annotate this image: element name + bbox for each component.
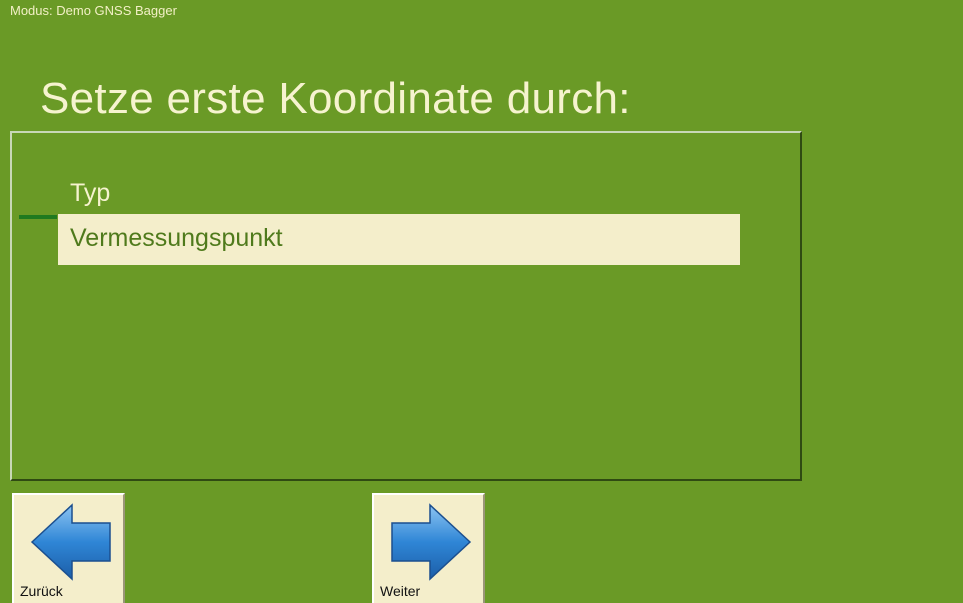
selection-panel: Typ Vermessungspunkt xyxy=(10,131,802,481)
type-label: Typ xyxy=(70,179,111,207)
next-button[interactable]: Weiter xyxy=(372,493,485,603)
type-select-field[interactable]: Vermessungspunkt xyxy=(58,214,740,265)
arrow-right-icon xyxy=(391,503,472,581)
back-button-label: Zurück xyxy=(20,583,63,599)
next-button-label: Weiter xyxy=(380,583,421,599)
arrow-left-icon xyxy=(30,503,111,581)
field-indicator xyxy=(19,215,57,219)
mode-status: Modus: Demo GNSS Bagger xyxy=(10,3,177,18)
back-button[interactable]: Zurück xyxy=(12,493,125,603)
page-title: Setze erste Koordinate durch: xyxy=(40,74,631,123)
